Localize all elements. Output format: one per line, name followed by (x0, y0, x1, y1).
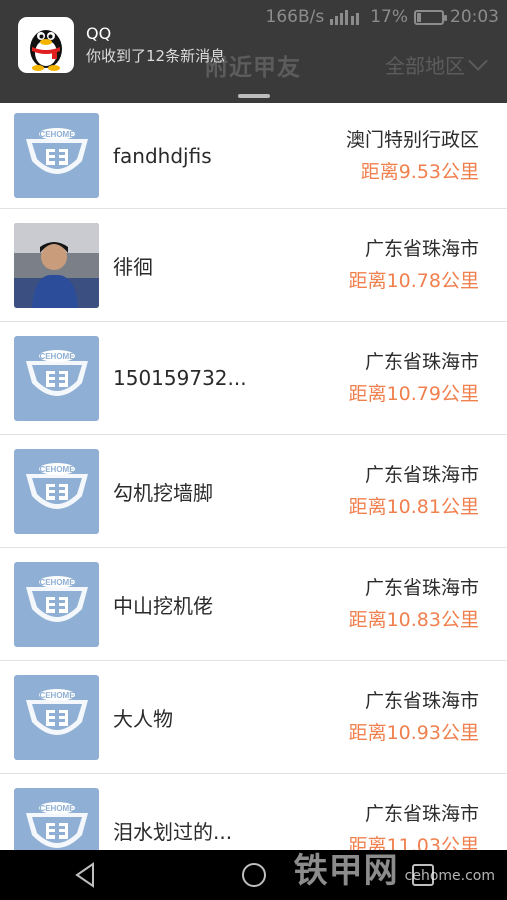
user-distance: 距离9.53公里 (360, 160, 479, 183)
nearby-users-list[interactable]: CEHOME fandhdjfis 澳门特别行政区 距离9.53公里 徘徊 广东省珠海市距… (0, 103, 507, 850)
avatar[interactable]: CEHOME (14, 448, 99, 534)
clock: 20:03 (450, 7, 499, 27)
location-info: 广东省珠海市距离10.79公里 (349, 346, 479, 410)
avatar[interactable]: CEHOME (14, 113, 99, 198)
watermark: 铁甲网 cehome.com (294, 843, 495, 892)
qq-notification[interactable]: QQ 你收到了12条新消息 (18, 17, 225, 73)
list-item[interactable]: CEHOME 泪水划过的... 广东省珠海市 距离11.03公里 (0, 774, 507, 850)
user-region: 广东省珠海市 (364, 690, 479, 712)
user-region: 广东省珠海市 (364, 464, 479, 486)
avatar[interactable]: CEHOME (14, 674, 99, 760)
region-dropdown[interactable]: 全部地区 (385, 50, 488, 79)
chevron-down-icon (468, 50, 488, 71)
location-info: 广东省珠海市距离10.83公里 (349, 572, 479, 636)
avatar-badge-text: CEHOME (39, 691, 75, 700)
avatar[interactable] (14, 222, 99, 308)
avatar[interactable]: CEHOME (14, 335, 99, 421)
avatar-badge-text: CEHOME (39, 578, 75, 587)
qq-penguin-icon (18, 17, 74, 73)
avatar-badge-text: CEHOME (39, 465, 75, 474)
watermark-site: cehome.com (404, 868, 495, 884)
network-speed: 166B/s (265, 7, 325, 27)
list-item[interactable]: CEHOME 大人物 广东省珠海市 距离10.93公里 (0, 661, 507, 774)
drag-handle[interactable] (238, 94, 270, 98)
list-item[interactable]: CEHOME fandhdjfis 澳门特别行政区 距离9.53公里 (0, 103, 507, 209)
battery-icon (414, 9, 447, 25)
location-info: 广东省珠海市距离10.78公里 (349, 233, 479, 297)
back-icon[interactable] (65, 855, 105, 895)
list-item[interactable]: CEHOME 勾机挖墙脚 广东省珠海市 距离10.81公里 (0, 435, 507, 548)
avatar-badge-text: CEHOME (39, 130, 75, 139)
region-dropdown-label: 全部地区 (385, 54, 465, 78)
location-info: 广东省珠海市距离10.81公里 (349, 459, 479, 523)
notification-message: 你收到了12条新消息 (86, 47, 226, 65)
location-info: 澳门特别行政区距离9.53公里 (346, 124, 479, 188)
location-info: 广东省珠海市距离10.93公里 (349, 685, 479, 749)
list-item[interactable]: CEHOME 150159732... 广东省珠海市 距离10.79公里 (0, 322, 507, 435)
battery-percent: 17% (370, 7, 408, 27)
user-distance: 距离10.79公里 (348, 383, 479, 405)
user-region: 广东省珠海市 (364, 351, 479, 373)
user-distance: 距离10.81公里 (348, 496, 479, 518)
watermark-brand: 铁甲网 (293, 851, 399, 891)
user-distance: 距离10.78公里 (348, 270, 479, 292)
notification-app-name: QQ (86, 24, 112, 43)
avatar[interactable]: CEHOME (14, 561, 99, 647)
user-region: 广东省珠海市 (364, 238, 479, 260)
user-distance: 距离10.93公里 (348, 722, 479, 744)
home-icon[interactable] (234, 855, 274, 895)
user-distance: 距离10.83公里 (348, 609, 479, 631)
avatar-badge-text: CEHOME (39, 352, 75, 361)
list-item[interactable]: 徘徊 广东省珠海市 距离10.78公里 (0, 209, 507, 322)
user-region: 广东省珠海市 (364, 577, 479, 599)
user-region: 广东省珠海市 (364, 803, 479, 825)
avatar[interactable]: CEHOME (14, 787, 99, 850)
avatar-badge-text: CEHOME (39, 804, 75, 813)
signal-icon (330, 9, 364, 25)
list-item[interactable]: CEHOME 中山挖机佬 广东省珠海市 距离10.83公里 (0, 548, 507, 661)
notification-shade: 附近甲友 全部地区 166B/s 17% 20:03 QQ 你收到了12条新消息 (0, 0, 507, 103)
screen: 附近甲友 全部地区 166B/s 17% 20:03 QQ 你收到了12条新消息… (0, 0, 507, 900)
user-region: 澳门特别行政区 (345, 128, 479, 151)
status-bar: 166B/s 17% 20:03 (266, 6, 500, 28)
